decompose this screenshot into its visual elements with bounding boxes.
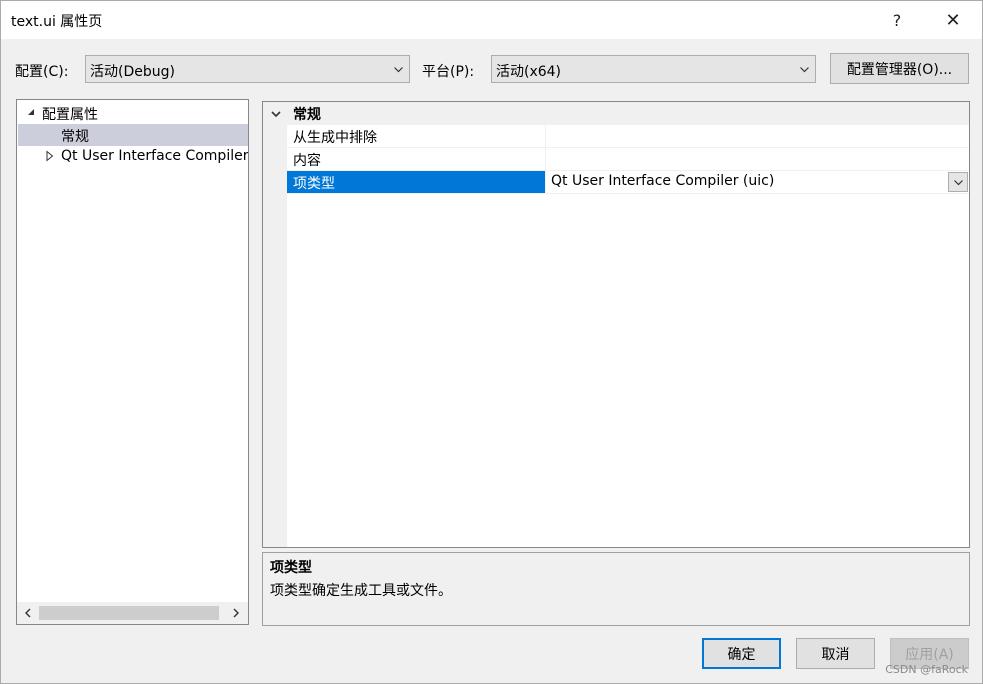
- tree-item-qt-uic[interactable]: Qt User Interface Compiler (uic): [17, 146, 248, 168]
- category-label: 常规: [293, 107, 321, 123]
- chevron-down-icon: [954, 180, 963, 186]
- property-grid: 常规 从生成中排除 内容 项类型 Qt User Interface Compi…: [262, 101, 970, 548]
- property-name-text: 项类型: [293, 176, 335, 192]
- help-button[interactable]: ?: [874, 1, 920, 39]
- chevron-right-icon[interactable]: [230, 607, 242, 619]
- config-combo[interactable]: 活动(Debug): [85, 55, 410, 83]
- tree-item-label: 常规: [61, 129, 89, 145]
- close-button[interactable]: ✕: [930, 1, 976, 39]
- property-name-text: 内容: [293, 153, 321, 169]
- platform-label: 平台(P):: [422, 64, 475, 80]
- property-tree: 配置属性 常规 Qt User Interface Compiler (uic): [16, 99, 249, 625]
- title-bar: text.ui 属性页 ? ✕: [1, 1, 982, 39]
- property-name: 从生成中排除: [287, 125, 546, 147]
- expanded-triangle-icon[interactable]: [25, 106, 37, 118]
- chevron-down-icon: [394, 67, 403, 73]
- tree-item-config-properties[interactable]: 配置属性: [17, 102, 248, 124]
- tree-item-label: 配置属性: [42, 107, 98, 123]
- category-row-general[interactable]: 常规: [263, 102, 969, 125]
- description-text: 项类型确定生成工具或文件。: [270, 583, 452, 599]
- property-pages-dialog: text.ui 属性页 ? ✕ 配置(C): 活动(Debug) 平台(P): …: [0, 0, 983, 684]
- tree-item-label: Qt User Interface Compiler (uic): [61, 148, 248, 164]
- ok-button[interactable]: 确定: [702, 638, 781, 669]
- watermark: CSDN @faRock: [885, 663, 968, 676]
- property-value[interactable]: [547, 148, 969, 170]
- chevron-down-icon: [800, 67, 809, 73]
- grid-gutter: [263, 102, 287, 547]
- property-name: 项类型: [287, 171, 546, 193]
- item-type-dropdown[interactable]: Qt User Interface Compiler (uic): [547, 171, 969, 193]
- chevron-left-icon[interactable]: [22, 607, 34, 619]
- tree-item-general[interactable]: 常规: [18, 124, 248, 146]
- platform-combo-value: 活动(x64): [496, 64, 562, 80]
- config-manager-button[interactable]: 配置管理器(O)...: [830, 53, 969, 84]
- window-title: text.ui 属性页: [11, 14, 103, 30]
- config-label: 配置(C):: [15, 64, 69, 80]
- scrollbar-thumb[interactable]: [39, 606, 219, 620]
- platform-combo[interactable]: 活动(x64): [491, 55, 816, 83]
- property-name-text: 从生成中排除: [293, 130, 377, 146]
- config-combo-value: 活动(Debug): [90, 64, 175, 80]
- property-row-content[interactable]: 内容: [287, 148, 969, 171]
- collapsed-triangle-icon[interactable]: [44, 150, 56, 162]
- cancel-button[interactable]: 取消: [796, 638, 875, 669]
- dropdown-button[interactable]: [948, 172, 968, 192]
- property-name: 内容: [287, 148, 546, 170]
- description-panel: 项类型 项类型确定生成工具或文件。: [262, 552, 970, 626]
- chevron-down-icon[interactable]: [270, 108, 282, 120]
- property-value[interactable]: [547, 125, 969, 147]
- property-row-exclude-from-build[interactable]: 从生成中排除: [287, 125, 969, 148]
- property-row-item-type[interactable]: 项类型 Qt User Interface Compiler (uic): [287, 171, 969, 194]
- tree-horizontal-scrollbar[interactable]: [17, 602, 248, 624]
- description-title: 项类型: [270, 560, 312, 576]
- property-value-text: Qt User Interface Compiler (uic): [551, 173, 775, 189]
